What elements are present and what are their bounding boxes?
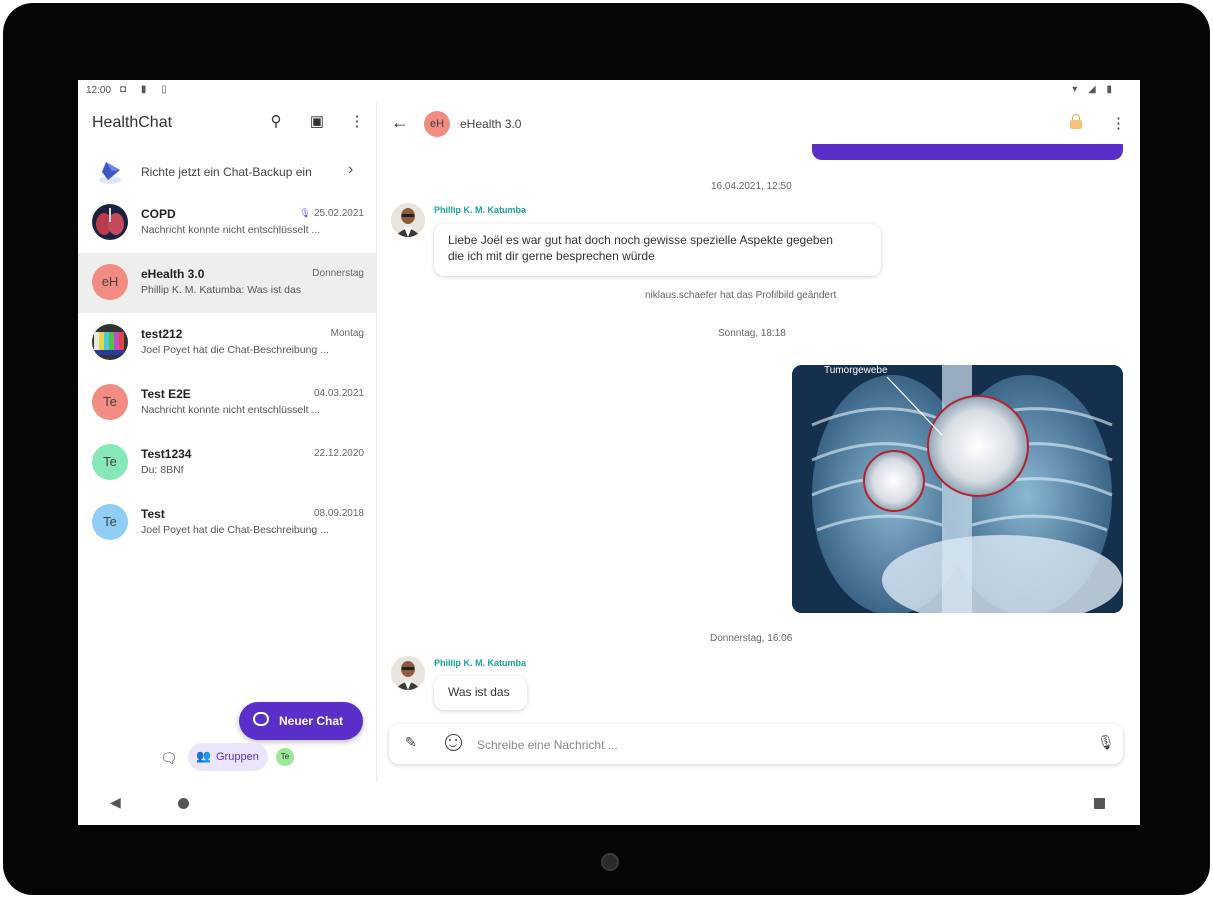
message-line: die ich mit dir gerne besprechen würde bbox=[448, 249, 655, 263]
message-line: Liebe Joël es war gut hat doch noch gewi… bbox=[448, 233, 833, 247]
new-chat-label: Neuer Chat bbox=[279, 714, 344, 728]
chest-xray-image bbox=[792, 365, 1123, 613]
chat-preview: Nachricht konnte nicht entschlüsselt ... bbox=[141, 404, 321, 416]
attach-icon[interactable]: ✎ bbox=[405, 734, 417, 751]
nav-back-icon[interactable]: ◀ bbox=[110, 794, 121, 811]
status-bar: 12:00 ◘ ▮ ▯ ▾ ◢ ▮ bbox=[78, 80, 1140, 102]
lock-body bbox=[1070, 120, 1082, 129]
person-avatar-icon bbox=[391, 656, 425, 690]
bottom-tabs: 🗨 👥 Gruppen Te bbox=[78, 740, 376, 776]
groups-icon: 👥 bbox=[196, 749, 211, 763]
message-bubble: Was ist das bbox=[434, 676, 527, 710]
chat-preview: Du: 8BNf bbox=[141, 464, 184, 476]
avatar: Te bbox=[92, 444, 128, 480]
chat-preview: Nachricht konnte nicht entschlüsselt ... bbox=[141, 224, 321, 236]
front-camera bbox=[601, 853, 619, 871]
chat-preview: Joel Poyet hat die Chat-Beschreibung ... bbox=[141, 344, 329, 356]
backup-icon bbox=[99, 162, 121, 184]
chat-item-ehealth[interactable]: eH eHealth 3.0 Donnerstag Phillip K. M. … bbox=[78, 253, 376, 313]
app-title: HealthChat bbox=[92, 114, 173, 131]
chat-avatar[interactable]: eH bbox=[424, 111, 450, 137]
sender-name: Phillip K. M. Katumba bbox=[434, 658, 527, 668]
chat-list-pane: HealthChat ⚲ ▣ ⋮ Richte jetzt ein Chat-B… bbox=[78, 102, 377, 782]
avatar bbox=[92, 204, 128, 240]
image-annotation-label: Tumorgewebe bbox=[824, 365, 888, 376]
lungs-avatar-icon bbox=[92, 204, 128, 240]
avatar: eH bbox=[92, 264, 128, 300]
chat-date: 08.09.2018 bbox=[313, 508, 364, 519]
nav-recents-icon[interactable] bbox=[1094, 798, 1105, 809]
chat-header: ← eH eHealth 3.0 ⋮ bbox=[377, 102, 1140, 146]
chat-name: test212 bbox=[141, 327, 183, 341]
chat-title[interactable]: eHealth 3.0 bbox=[460, 117, 521, 131]
chat-item-test212[interactable]: test212 Montag Joel Poyet hat die Chat-B… bbox=[78, 313, 376, 373]
chat-date: 04.03.2021 bbox=[313, 388, 364, 399]
message-line: Was ist das bbox=[448, 685, 510, 699]
chat-backup-banner[interactable]: Richte jetzt ein Chat-Backup ein › bbox=[78, 152, 376, 192]
message-composer: ✎ 🎙 bbox=[389, 724, 1123, 764]
chat-preview: Joel Poyet hat die Chat-Beschreibung ... bbox=[141, 524, 329, 536]
camera-icon[interactable]: ▣ bbox=[305, 110, 329, 134]
chat-name: Test E2E bbox=[141, 387, 191, 401]
status-time: 12:00 bbox=[86, 85, 112, 96]
avatar: Te bbox=[92, 504, 128, 540]
sender-avatar[interactable] bbox=[391, 203, 425, 237]
tab-groups-label: Gruppen bbox=[216, 751, 259, 763]
chat-name: eHealth 3.0 bbox=[141, 267, 205, 281]
chat-name: Test bbox=[141, 507, 165, 521]
profile-avatar[interactable]: Te bbox=[276, 748, 294, 766]
person-avatar-icon bbox=[391, 203, 425, 237]
chat-name: Test1234 bbox=[141, 447, 192, 461]
timestamp: 16.04.2021, 12:50 bbox=[711, 181, 792, 192]
system-note: niklaus.schaefer hat das Profilbild geän… bbox=[645, 290, 837, 301]
screen: 12:00 ◘ ▮ ▯ ▾ ◢ ▮ HealthChat ⚲ ▣ ⋮ Richt… bbox=[78, 80, 1140, 825]
message-bubble: Liebe Joël es war gut hat doch noch gewi… bbox=[434, 224, 881, 276]
system-status-icons: ▾ ◢ ▮ bbox=[1072, 84, 1116, 95]
more-options-icon[interactable]: ⋮ bbox=[345, 110, 369, 134]
timestamp: Donnerstag, 16:06 bbox=[710, 633, 793, 644]
chat-item-test-e2e[interactable]: Te Test E2E 04.03.2021 Nachricht konnte … bbox=[78, 373, 376, 433]
chat-preview: Phillip K. M. Katumba: Was ist das bbox=[141, 284, 302, 296]
chat-date: 22.12.2020 bbox=[313, 448, 364, 459]
search-icon[interactable]: ⚲ bbox=[264, 110, 288, 134]
test-pattern-avatar-icon bbox=[92, 324, 128, 360]
timestamp: Sonntag, 18:18 bbox=[718, 328, 786, 339]
chat-date: Montag bbox=[330, 328, 364, 339]
chat-item-copd[interactable]: COPD 🎙 25.02.2021 Nachricht konnte nicht … bbox=[78, 193, 376, 253]
sender-avatar[interactable] bbox=[391, 656, 425, 690]
new-chat-button[interactable]: Neuer Chat bbox=[239, 702, 363, 740]
chevron-right-icon: › bbox=[348, 161, 354, 178]
back-arrow-icon[interactable]: ← bbox=[391, 112, 409, 133]
chat-name: COPD bbox=[141, 207, 176, 221]
xray-image-message[interactable]: Tumorgewebe bbox=[792, 365, 1123, 613]
microphone-icon[interactable]: 🎙 bbox=[1097, 734, 1115, 751]
own-message-bubble bbox=[812, 144, 1123, 160]
conversation-pane: ← eH eHealth 3.0 ⋮ 16.04.2021, 12:50 Phi… bbox=[377, 102, 1140, 782]
system-navigation-bar: ◀ bbox=[78, 782, 1140, 825]
backup-text: Richte jetzt ein Chat-Backup ein bbox=[141, 165, 312, 179]
lock-icon[interactable] bbox=[1070, 114, 1082, 129]
avatar bbox=[92, 324, 128, 360]
chat-item-test1234[interactable]: Te Test1234 22.12.2020 Du: 8BNf bbox=[78, 433, 376, 493]
chat-date: Donnerstag bbox=[312, 268, 364, 279]
avatar: Te bbox=[92, 384, 128, 420]
chat-date: 🎙 25.02.2021 bbox=[299, 208, 365, 219]
emoji-icon[interactable] bbox=[445, 734, 462, 751]
notification-icons: ◘ ▮ ▯ bbox=[120, 84, 173, 95]
chats-tab-icon[interactable]: 🗨 bbox=[160, 750, 178, 767]
more-options-icon[interactable]: ⋮ bbox=[1111, 114, 1126, 132]
chat-bubble-icon bbox=[253, 712, 269, 726]
message-input[interactable] bbox=[475, 734, 1039, 756]
chat-item-test[interactable]: Te Test 08.09.2018 Joel Poyet hat die Ch… bbox=[78, 493, 376, 553]
tab-groups[interactable]: 👥 Gruppen bbox=[188, 743, 268, 771]
nav-home-icon[interactable] bbox=[178, 798, 189, 809]
tablet-frame: 12:00 ◘ ▮ ▯ ▾ ◢ ▮ HealthChat ⚲ ▣ ⋮ Richt… bbox=[3, 3, 1210, 895]
mic-icon: 🎙 bbox=[299, 208, 311, 218]
sender-name: Phillip K. M. Katumba bbox=[434, 205, 527, 215]
